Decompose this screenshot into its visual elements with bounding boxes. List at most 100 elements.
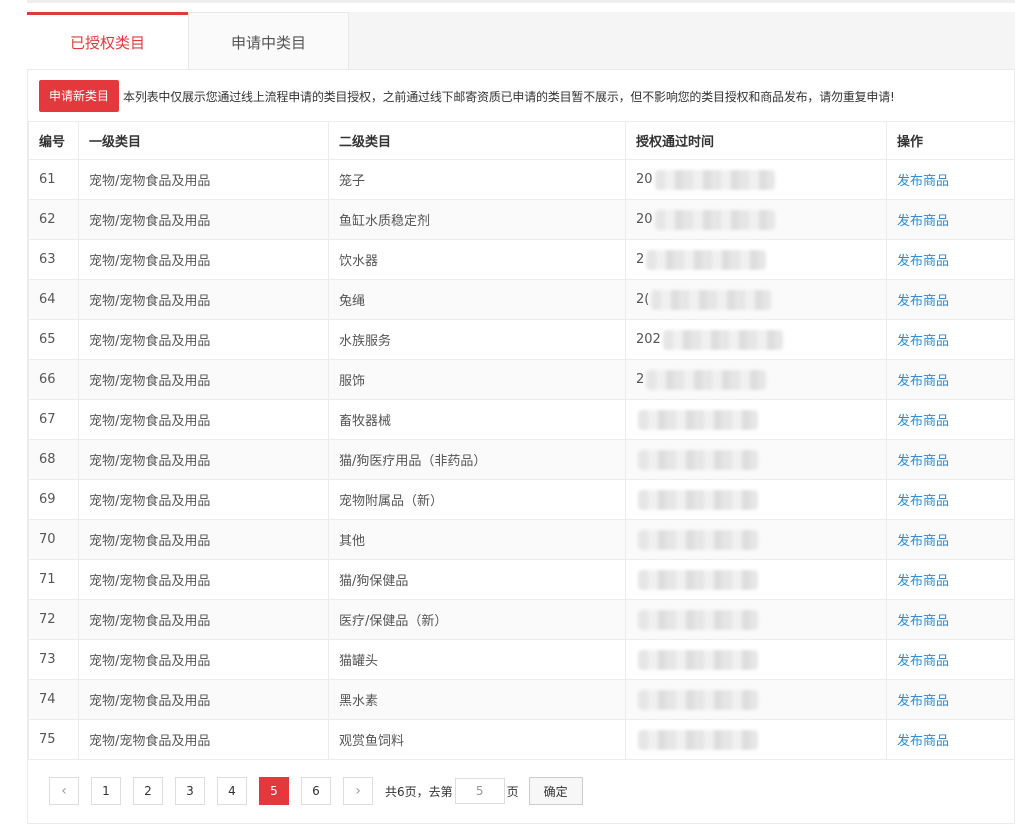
table-row: 72 宠物/宠物食品及用品 医疗/保健品（新） 发布商品 bbox=[28, 599, 1015, 640]
table-row: 65 宠物/宠物食品及用品 水族服务 202 发布商品 bbox=[28, 319, 1015, 360]
header-time: 授权通过时间 bbox=[625, 121, 887, 160]
row-level1: 宠物/宠物食品及用品 bbox=[78, 639, 329, 680]
notice-bar: 申请新类目 本列表中仅展示您通过线上流程申请的类目授权，之前通过线下邮寄资质已申… bbox=[39, 79, 895, 113]
publish-product-link[interactable]: 发布商品 bbox=[897, 174, 949, 189]
row-action-cell: 发布商品 bbox=[886, 279, 1015, 320]
row-level1: 宠物/宠物食品及用品 bbox=[78, 239, 329, 280]
redacted-mask bbox=[638, 649, 758, 670]
pagination: ‹ 123456 › 共6页，去第 页 确定 bbox=[49, 776, 583, 806]
page-button-1[interactable]: 1 bbox=[91, 777, 121, 805]
publish-product-link[interactable]: 发布商品 bbox=[897, 334, 949, 349]
goto-page-input[interactable] bbox=[454, 778, 505, 804]
row-id: 70 bbox=[28, 519, 79, 560]
row-level1: 宠物/宠物食品及用品 bbox=[78, 599, 329, 640]
row-id: 73 bbox=[28, 639, 79, 680]
page-button-2[interactable]: 2 bbox=[133, 777, 163, 805]
redacted-mask bbox=[638, 729, 758, 750]
table-row: 67 宠物/宠物食品及用品 畜牧器械 发布商品 bbox=[28, 399, 1015, 440]
row-time-cell bbox=[625, 399, 887, 440]
row-time-cell bbox=[625, 679, 887, 720]
apply-new-category-button[interactable]: 申请新类目 bbox=[39, 80, 120, 112]
page-button-5[interactable]: 5 bbox=[259, 777, 289, 805]
publish-product-link[interactable]: 发布商品 bbox=[897, 574, 949, 589]
page-button-3[interactable]: 3 bbox=[175, 777, 205, 805]
goto-confirm-button[interactable]: 确定 bbox=[528, 777, 583, 805]
row-id: 61 bbox=[28, 159, 79, 200]
total-pages-text: 共6页，去第 bbox=[385, 784, 453, 799]
row-id: 63 bbox=[28, 239, 79, 280]
table-row: 75 宠物/宠物食品及用品 观赏鱼饲料 发布商品 bbox=[28, 719, 1015, 760]
row-level2: 猫罐头 bbox=[328, 639, 626, 680]
row-id: 64 bbox=[28, 279, 79, 320]
row-action-cell: 发布商品 bbox=[886, 559, 1015, 600]
redacted-mask bbox=[662, 329, 783, 350]
publish-product-link[interactable]: 发布商品 bbox=[897, 214, 949, 229]
chevron-right-icon[interactable]: › bbox=[343, 777, 373, 805]
row-time-cell bbox=[625, 439, 887, 480]
row-time-cell: 20 bbox=[625, 199, 887, 240]
row-time: 202 bbox=[636, 332, 661, 347]
redacted-mask bbox=[654, 209, 775, 230]
row-level1: 宠物/宠物食品及用品 bbox=[78, 559, 329, 600]
row-id: 75 bbox=[28, 719, 79, 760]
row-time-cell bbox=[625, 479, 887, 520]
row-time-cell bbox=[625, 519, 887, 560]
publish-product-link[interactable]: 发布商品 bbox=[897, 694, 949, 709]
row-level2: 饮水器 bbox=[328, 239, 626, 280]
redacted-mask bbox=[638, 609, 758, 630]
table-row: 62 宠物/宠物食品及用品 鱼缸水质稳定剂 20 发布商品 bbox=[28, 199, 1015, 240]
page-number-list: 123456 bbox=[91, 777, 343, 805]
publish-product-link[interactable]: 发布商品 bbox=[897, 494, 949, 509]
publish-product-link[interactable]: 发布商品 bbox=[897, 734, 949, 749]
table-row: 66 宠物/宠物食品及用品 服饰 2 发布商品 bbox=[28, 359, 1015, 400]
publish-product-link[interactable]: 发布商品 bbox=[897, 614, 949, 629]
row-level2: 观赏鱼饲料 bbox=[328, 719, 626, 760]
header-id: 编号 bbox=[28, 121, 79, 160]
row-level2: 宠物附属品（新） bbox=[328, 479, 626, 520]
row-level1: 宠物/宠物食品及用品 bbox=[78, 159, 329, 200]
table-row: 64 宠物/宠物食品及用品 兔绳 2(发布商品 bbox=[28, 279, 1015, 320]
publish-product-link[interactable]: 发布商品 bbox=[897, 294, 949, 309]
row-level1: 宠物/宠物食品及用品 bbox=[78, 319, 329, 360]
row-level1: 宠物/宠物食品及用品 bbox=[78, 719, 329, 760]
redacted-mask bbox=[638, 489, 758, 510]
page-button-6[interactable]: 6 bbox=[301, 777, 331, 805]
publish-product-link[interactable]: 发布商品 bbox=[897, 534, 949, 549]
row-id: 65 bbox=[28, 319, 79, 360]
category-table: 编号 一级类目 二级类目 授权通过时间 操作 61 宠物/宠物食品及用品 笼子 20 发… bbox=[28, 121, 1015, 760]
header-level1: 一级类目 bbox=[78, 121, 329, 160]
row-level2: 其他 bbox=[328, 519, 626, 560]
tab-pending-categories[interactable]: 申请中类目 bbox=[188, 12, 349, 69]
redacted-mask bbox=[638, 689, 758, 710]
row-action-cell: 发布商品 bbox=[886, 479, 1015, 520]
row-id: 72 bbox=[28, 599, 79, 640]
row-level1: 宠物/宠物食品及用品 bbox=[78, 519, 329, 560]
redacted-mask bbox=[654, 169, 775, 190]
category-panel-container: 已授权类目 申请中类目 申请新类目 本列表中仅展示您通过线上流程申请的类目授权，… bbox=[27, 12, 1015, 824]
row-action-cell: 发布商品 bbox=[886, 439, 1015, 480]
notice-text: 本列表中仅展示您通过线上流程申请的类目授权，之前通过线下邮寄资质已申请的类目暂不… bbox=[123, 89, 895, 104]
authorized-panel: 申请新类目 本列表中仅展示您通过线上流程申请的类目授权，之前通过线下邮寄资质已申… bbox=[27, 69, 1015, 824]
publish-product-link[interactable]: 发布商品 bbox=[897, 414, 949, 429]
row-level2: 猫/狗医疗用品（非药品） bbox=[328, 439, 626, 480]
row-time: 2 bbox=[636, 372, 645, 387]
chevron-left-icon[interactable]: ‹ bbox=[49, 777, 79, 805]
row-time-cell bbox=[625, 599, 887, 640]
row-id: 67 bbox=[28, 399, 79, 440]
row-action-cell: 发布商品 bbox=[886, 319, 1015, 360]
redacted-mask bbox=[638, 569, 758, 590]
table-row: 73 宠物/宠物食品及用品 猫罐头 发布商品 bbox=[28, 639, 1015, 680]
row-action-cell: 发布商品 bbox=[886, 599, 1015, 640]
publish-product-link[interactable]: 发布商品 bbox=[897, 374, 949, 389]
row-level1: 宠物/宠物食品及用品 bbox=[78, 679, 329, 720]
table-row: 74 宠物/宠物食品及用品 黑水素 发布商品 bbox=[28, 679, 1015, 720]
redacted-mask bbox=[638, 529, 758, 550]
tab-authorized-categories[interactable]: 已授权类目 bbox=[27, 12, 188, 69]
row-level1: 宠物/宠物食品及用品 bbox=[78, 479, 329, 520]
publish-product-link[interactable]: 发布商品 bbox=[897, 654, 949, 669]
publish-product-link[interactable]: 发布商品 bbox=[897, 254, 949, 269]
row-id: 71 bbox=[28, 559, 79, 600]
publish-product-link[interactable]: 发布商品 bbox=[897, 454, 949, 469]
row-level2: 鱼缸水质稳定剂 bbox=[328, 199, 626, 240]
page-button-4[interactable]: 4 bbox=[217, 777, 247, 805]
